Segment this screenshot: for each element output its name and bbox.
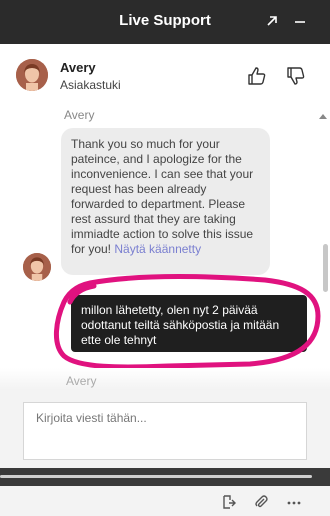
next-sender: Avery: [66, 374, 97, 388]
horizontal-scroll-thumb[interactable]: [0, 475, 312, 478]
message-bubble: Thank you so much for your pateince, and…: [61, 128, 270, 275]
chat-transcript[interactable]: Avery Thank you so much for your pateinc…: [0, 106, 330, 390]
horizontal-scrollbar[interactable]: [0, 468, 330, 486]
send-file-icon[interactable]: [221, 494, 237, 510]
tooltip-text: millon lähetetty, olen nyt 2 päivää odot…: [81, 303, 280, 347]
more-icon[interactable]: [286, 494, 302, 510]
chat-scrollbar[interactable]: [323, 244, 328, 292]
thumbs-down-icon[interactable]: [284, 64, 308, 88]
minimize-icon[interactable]: [289, 10, 311, 32]
scroll-up-arrow-icon[interactable]: [319, 114, 327, 119]
next-message-preview: Avery: [0, 368, 330, 390]
message-text: Thank you so much for your pateince, and…: [71, 137, 254, 256]
message-sender: Avery: [64, 108, 95, 122]
thumbs-up-icon[interactable]: [245, 64, 269, 88]
message-avatar: [23, 253, 51, 281]
agent-subtitle: Asiakastuki: [60, 78, 121, 92]
composer: Kirjoita viesti tähän...: [0, 390, 330, 516]
attachment-icon[interactable]: [253, 494, 269, 510]
agent-header: Avery Asiakastuki: [0, 44, 330, 107]
agent-avatar: [16, 59, 48, 91]
tooltip: millon lähetetty, olen nyt 2 päivää odot…: [71, 295, 307, 352]
message-input-placeholder: Kirjoita viesti tähän...: [36, 411, 147, 425]
message-input[interactable]: Kirjoita viesti tähän...: [23, 402, 307, 460]
translate-link[interactable]: Näytä käännetty: [114, 242, 201, 256]
popout-arrow-icon[interactable]: [261, 10, 283, 32]
agent-name: Avery: [60, 60, 96, 75]
title-bar: Live Support: [0, 0, 330, 44]
